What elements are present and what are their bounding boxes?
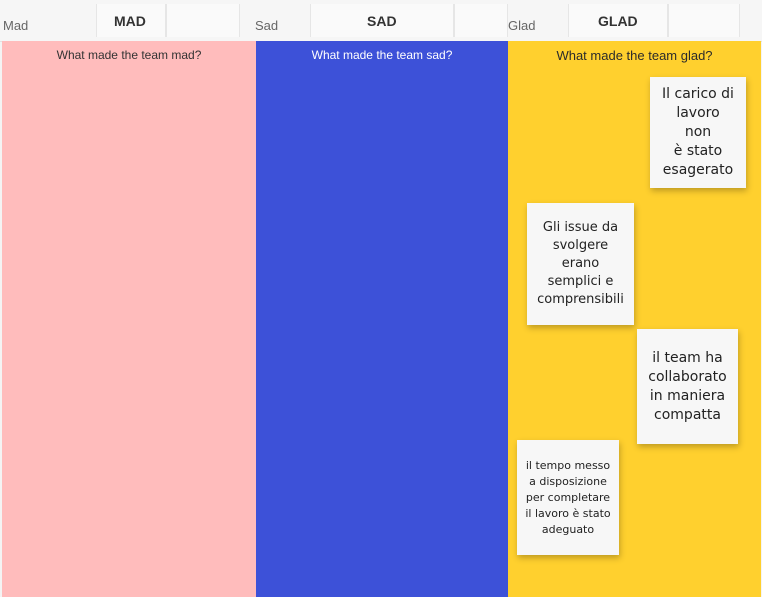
sticky-note-issues[interactable]: Gli issue da svolgere erano semplici e c… bbox=[527, 203, 634, 325]
sticky-note-text: Gli issue da svolgere erano semplici e c… bbox=[537, 220, 624, 307]
retro-board: Mad MAD Sad SAD Glad GLAD What made the … bbox=[0, 0, 762, 597]
sticky-note-workload[interactable]: Il carico di lavoro non è stato esagerat… bbox=[650, 77, 746, 188]
column-label-sad[interactable]: SAD bbox=[367, 13, 397, 29]
header-cell-spacer-2 bbox=[454, 4, 508, 37]
board-header: Mad MAD Sad SAD Glad GLAD bbox=[0, 0, 762, 42]
header-cell-spacer-3 bbox=[668, 4, 740, 37]
column-mad[interactable]: What made the team mad? bbox=[2, 41, 256, 597]
column-question-sad: What made the team sad? bbox=[311, 48, 453, 62]
header-cell-spacer-1 bbox=[166, 4, 240, 37]
column-question-glad: What made the team glad? bbox=[556, 48, 713, 63]
column-label-mad[interactable]: MAD bbox=[114, 13, 146, 29]
column-label-glad-small: Glad bbox=[508, 18, 536, 33]
sticky-note-collaboration[interactable]: il team ha collaborato in maniera compat… bbox=[637, 329, 738, 444]
column-question-mad: What made the team mad? bbox=[56, 48, 202, 62]
sticky-note-text: il team ha collaborato in maniera compat… bbox=[648, 349, 727, 423]
sticky-note-text: Il carico di lavoro non è stato esagerat… bbox=[662, 86, 734, 178]
column-label-glad[interactable]: GLAD bbox=[598, 13, 638, 29]
sticky-note-time[interactable]: il tempo messo a disposizione per comple… bbox=[517, 440, 619, 555]
column-sad[interactable]: What made the team sad? bbox=[256, 41, 508, 597]
sticky-note-text: il tempo messo a disposizione per comple… bbox=[525, 458, 611, 536]
column-label-sad-small: Sad bbox=[255, 18, 279, 33]
column-label-mad-small: Mad bbox=[3, 18, 29, 33]
